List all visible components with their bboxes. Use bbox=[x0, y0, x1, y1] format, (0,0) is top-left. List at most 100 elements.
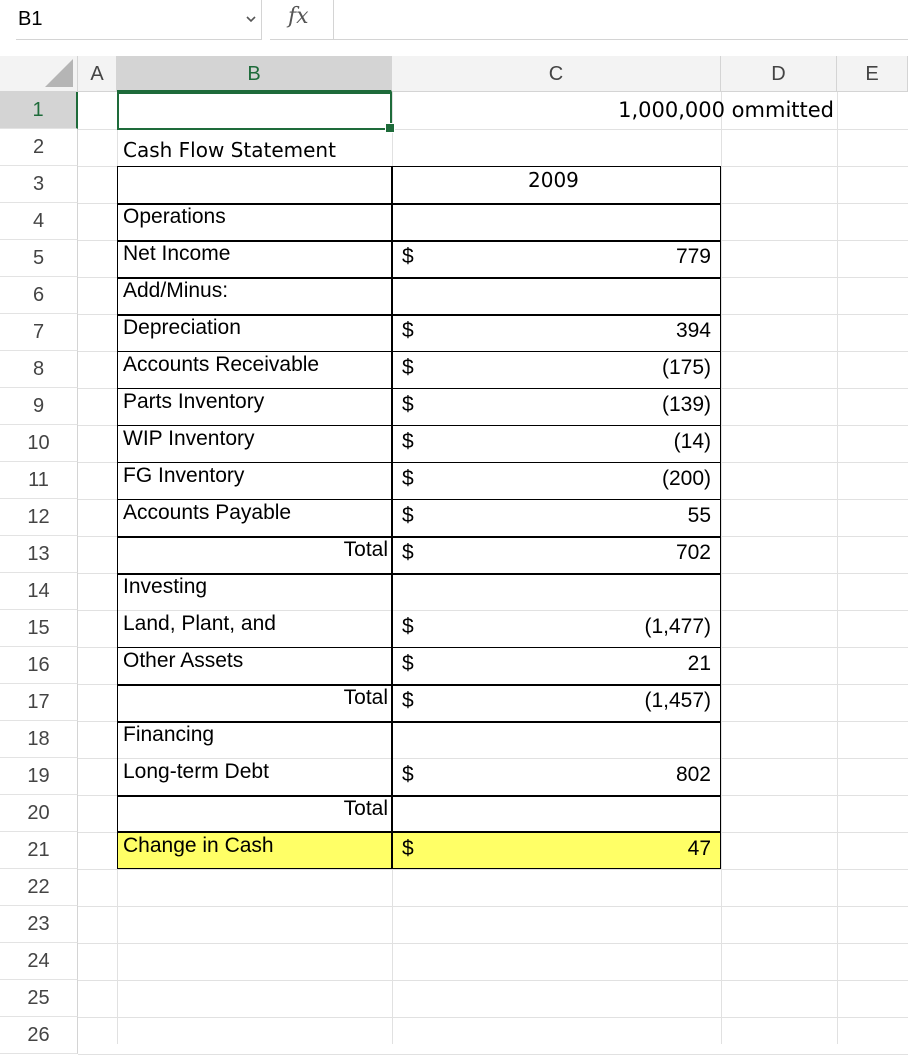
select-all-corner[interactable] bbox=[0, 56, 78, 92]
row-header-5[interactable]: 5 bbox=[0, 240, 78, 277]
active-cell-selection[interactable] bbox=[117, 92, 395, 133]
change-in-cash-label: Change in Cash bbox=[123, 834, 274, 857]
fill-handle[interactable] bbox=[385, 123, 395, 133]
cell-add-minus-label[interactable]: Add/Minus: bbox=[117, 277, 392, 314]
row-header-20[interactable]: 20 bbox=[0, 795, 78, 832]
cell-long-term-debt-label[interactable]: Long-term Debt bbox=[117, 758, 392, 795]
financing-label-label: Financing bbox=[123, 723, 215, 746]
accounts-payable-amount: 55 bbox=[687, 504, 711, 527]
currency-symbol: $ bbox=[402, 245, 414, 268]
row-header-21[interactable]: 21 bbox=[0, 832, 78, 869]
cell-financing-label-label[interactable]: Financing bbox=[117, 721, 392, 758]
row-header-16[interactable]: 16 bbox=[0, 647, 78, 684]
units-note: 1,000,000 ommitted bbox=[618, 98, 834, 122]
change-in-cash-amount: 47 bbox=[687, 837, 711, 860]
cell-change-in-cash-label[interactable]: Change in Cash bbox=[117, 832, 392, 869]
row-header-1[interactable]: 1 bbox=[0, 92, 78, 129]
column-header-b[interactable]: B bbox=[117, 56, 392, 92]
row-header-3[interactable]: 3 bbox=[0, 166, 78, 203]
currency-symbol: $ bbox=[402, 393, 414, 416]
row-header-9[interactable]: 9 bbox=[0, 388, 78, 425]
cell-net-income-value[interactable]: $779 bbox=[392, 240, 721, 277]
name-box[interactable]: B1 bbox=[16, 0, 262, 40]
column-header-e[interactable]: E bbox=[837, 56, 908, 92]
currency-symbol: $ bbox=[402, 504, 414, 527]
row-header-25[interactable]: 25 bbox=[0, 980, 78, 1017]
row-header-7[interactable]: 7 bbox=[0, 314, 78, 351]
insert-function-button[interactable]: fx bbox=[270, 0, 334, 40]
cell-title[interactable]: Cash Flow Statement bbox=[117, 129, 392, 166]
formula-input[interactable] bbox=[334, 0, 908, 40]
row-header-13[interactable]: 13 bbox=[0, 536, 78, 573]
row-header-14[interactable]: 14 bbox=[0, 573, 78, 610]
financing-total-label: Total bbox=[343, 797, 388, 820]
row-header-4[interactable]: 4 bbox=[0, 203, 78, 240]
row-header-6[interactable]: 6 bbox=[0, 277, 78, 314]
cell-financing-total-label[interactable]: Total bbox=[117, 795, 392, 832]
cell-fg-inventory-value[interactable]: $ (200) bbox=[392, 462, 721, 499]
column-header-d[interactable]: D bbox=[721, 56, 837, 92]
cell-accounts-payable-label[interactable]: Accounts Payable bbox=[117, 499, 392, 536]
cell-accounts-receivable-label[interactable]: Accounts Receivable bbox=[117, 351, 392, 388]
row-header-10[interactable]: 10 bbox=[0, 425, 78, 462]
cell-operations-total-value[interactable]: $702 bbox=[392, 536, 721, 573]
cell-depreciation-label[interactable]: Depreciation bbox=[117, 314, 392, 351]
spreadsheet-grid: A B C D E 1 2 3 4 5 6 7 8 9 10 11 12 13 14 15 16 17 18 19 2… bbox=[0, 56, 908, 1055]
row-header-8[interactable]: 8 bbox=[0, 351, 78, 388]
wip-inventory-label: WIP Inventory bbox=[123, 427, 255, 450]
column-header-a[interactable]: A bbox=[78, 56, 117, 92]
cell-long-term-debt-value[interactable]: $802 bbox=[392, 758, 721, 795]
cell-other-assets-value[interactable]: $21 bbox=[392, 647, 721, 684]
cell-accounts-receivable-value[interactable]: $ (175) bbox=[392, 351, 721, 388]
gridline bbox=[721, 92, 722, 1044]
row-header-19[interactable]: 19 bbox=[0, 758, 78, 795]
column-header-c[interactable]: C bbox=[392, 56, 721, 92]
chevron-down-icon[interactable] bbox=[244, 12, 258, 26]
currency-symbol: $ bbox=[402, 319, 414, 342]
gridline bbox=[78, 906, 908, 907]
cell-operations-total-label[interactable]: Total bbox=[117, 536, 392, 573]
investing-total-amount: (1,457) bbox=[644, 689, 711, 712]
row-header-24[interactable]: 24 bbox=[0, 943, 78, 980]
cell-land-plant-label[interactable]: Land, Plant, and bbox=[117, 610, 392, 647]
other-assets-amount: 21 bbox=[687, 652, 711, 675]
row-header-15[interactable]: 15 bbox=[0, 610, 78, 647]
row-header-17[interactable]: 17 bbox=[0, 684, 78, 721]
cell-accounts-payable-value[interactable]: $55 bbox=[392, 499, 721, 536]
investing-label-label: Investing bbox=[123, 575, 208, 598]
long-term-debt-label: Long-term Debt bbox=[123, 760, 269, 783]
gridline bbox=[78, 1017, 908, 1018]
row-header-2[interactable]: 2 bbox=[0, 129, 78, 166]
investing-total-label: Total bbox=[343, 686, 388, 709]
cell-parts-inventory-value[interactable]: $ (139) bbox=[392, 388, 721, 425]
cell-wip-inventory-label[interactable]: WIP Inventory bbox=[117, 425, 392, 462]
cell-change-in-cash-value[interactable]: $47 bbox=[392, 832, 721, 869]
row-header-22[interactable]: 22 bbox=[0, 869, 78, 906]
cell-year[interactable]: 2009 bbox=[392, 166, 721, 203]
row-header-11[interactable]: 11 bbox=[0, 462, 78, 499]
cell-depreciation-value[interactable]: $394 bbox=[392, 314, 721, 351]
net-income-amount: 779 bbox=[675, 245, 711, 268]
row-header-18[interactable]: 18 bbox=[0, 721, 78, 758]
land-plant-amount: (1,477) bbox=[644, 615, 711, 638]
cell-net-income-label[interactable]: Net Income bbox=[117, 240, 392, 277]
cell-land-plant-value[interactable]: $ (1,477) bbox=[392, 610, 721, 647]
cell-investing-label-label[interactable]: Investing bbox=[117, 573, 392, 610]
cell-other-assets-label[interactable]: Other Assets bbox=[117, 647, 392, 684]
cell-parts-inventory-label[interactable]: Parts Inventory bbox=[117, 388, 392, 425]
cell-note[interactable]: 1,000,000 ommitted bbox=[392, 92, 836, 129]
cell-fg-inventory-label[interactable]: FG Inventory bbox=[117, 462, 392, 499]
row-header-12[interactable]: 12 bbox=[0, 499, 78, 536]
row-header-26[interactable]: 26 bbox=[0, 1017, 78, 1054]
cell-operations-label-label[interactable]: Operations bbox=[117, 203, 392, 240]
cell-investing-total-value[interactable]: $ (1,457) bbox=[392, 684, 721, 721]
add-minus-label: Add/Minus: bbox=[123, 279, 229, 302]
long-term-debt-amount: 802 bbox=[675, 763, 711, 786]
currency-symbol: $ bbox=[402, 689, 414, 712]
sheet-title: Cash Flow Statement bbox=[123, 138, 336, 162]
row-header-23[interactable]: 23 bbox=[0, 906, 78, 943]
currency-symbol: $ bbox=[402, 652, 414, 675]
cell-investing-total-label[interactable]: Total bbox=[117, 684, 392, 721]
cell-wip-inventory-value[interactable]: $ (14) bbox=[392, 425, 721, 462]
year-header: 2009 bbox=[528, 168, 579, 192]
